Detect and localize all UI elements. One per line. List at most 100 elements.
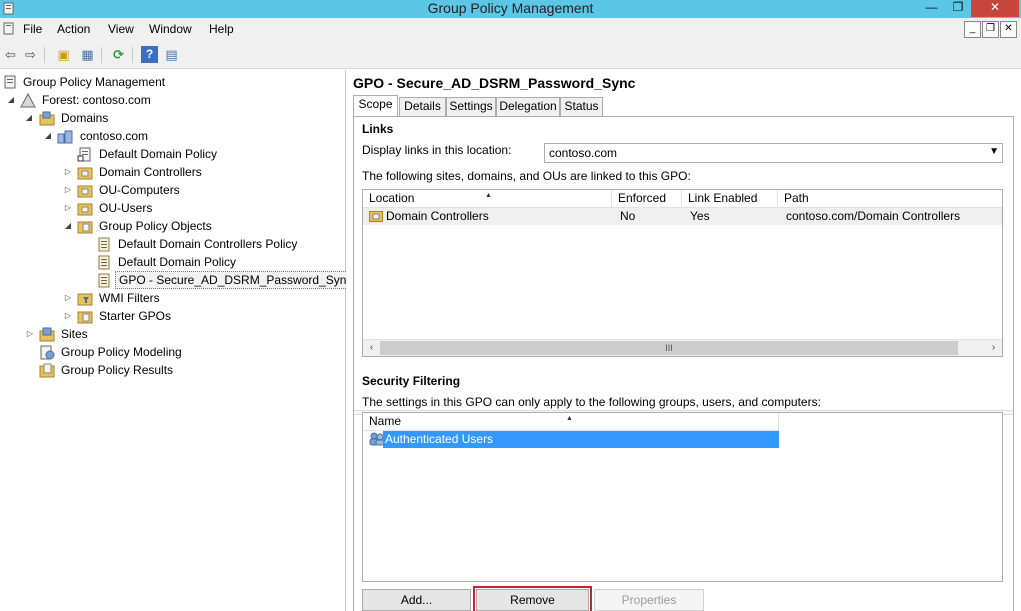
properties-button: Properties xyxy=(594,589,704,611)
toolbar-separator xyxy=(44,47,45,63)
tab-details[interactable]: Details xyxy=(399,97,446,116)
tree-label: WMI Filters xyxy=(99,291,160,305)
back-arrow-icon[interactable]: ⇦ xyxy=(2,46,19,63)
collapsed-arrow-icon[interactable]: ▷ xyxy=(63,181,73,199)
gpo-folder-icon xyxy=(77,221,93,234)
gpo-icon xyxy=(98,237,110,252)
link-enabled: Yes xyxy=(690,209,710,223)
link-enforced: No xyxy=(620,209,636,223)
wmi-filter-folder-icon xyxy=(77,293,93,306)
chevron-down-icon: ▼ xyxy=(989,146,999,157)
ou-folder-icon xyxy=(77,185,93,198)
collapsed-arrow-icon[interactable]: ▷ xyxy=(63,289,73,307)
remove-button[interactable]: Remove xyxy=(473,586,592,611)
window-title-bar: Group Policy Management — ❐ ✕ xyxy=(0,0,1021,18)
scroll-thumb[interactable]: III xyxy=(380,341,958,355)
modeling-icon xyxy=(40,345,55,360)
results-icon xyxy=(39,363,55,378)
domains-folder-icon xyxy=(39,111,55,126)
menu-file[interactable]: File xyxy=(23,22,42,36)
gpmc-root-icon xyxy=(4,75,16,89)
gpo-icon xyxy=(98,273,110,288)
forward-arrow-icon[interactable]: ⇨ xyxy=(22,46,39,63)
display-links-value: contoso.com xyxy=(549,146,618,160)
links-list[interactable]: Location ▲ Enforced Link Enabled Path Do… xyxy=(362,189,1003,357)
menu-window[interactable]: Window xyxy=(149,22,192,36)
collapsed-arrow-icon[interactable]: ▷ xyxy=(63,307,73,325)
scroll-left-icon[interactable]: ‹ xyxy=(363,340,380,356)
toolbar: ⇦ ⇨ ▣ ▦ ⟳ ? ▤ xyxy=(0,41,1021,69)
tab-settings[interactable]: Settings xyxy=(446,97,496,116)
child-minimize-button[interactable]: _ xyxy=(964,21,981,38)
links-list-header: Location ▲ Enforced Link Enabled Path xyxy=(363,190,1002,208)
show-hide-tree-icon[interactable]: ▦ xyxy=(79,46,96,63)
close-button[interactable]: ✕ xyxy=(971,0,1019,17)
horizontal-scrollbar[interactable]: ‹ III › xyxy=(363,339,1002,356)
domain-icon xyxy=(57,130,73,144)
menu-action[interactable]: Action xyxy=(57,22,90,36)
column-header-location[interactable]: Location ▲ xyxy=(363,190,612,208)
gpo-link-icon xyxy=(77,147,91,162)
expanded-arrow-icon[interactable]: ◢ xyxy=(24,109,34,127)
refresh-icon[interactable]: ⟳ xyxy=(110,46,127,63)
tree-label: Starter GPOs xyxy=(99,309,172,323)
collapsed-arrow-icon[interactable]: ▷ xyxy=(63,199,73,217)
gpo-title: GPO - Secure_AD_DSRM_Password_Sync xyxy=(353,75,636,91)
help-icon[interactable]: ? xyxy=(141,46,158,63)
sort-ascending-icon: ▲ xyxy=(485,192,492,199)
display-links-dropdown[interactable]: contoso.com ▼ xyxy=(544,143,1003,163)
tree-label: Group Policy Management xyxy=(23,75,166,89)
tab-scope[interactable]: Scope xyxy=(353,95,398,117)
tab-status[interactable]: Status xyxy=(560,97,603,116)
ou-folder-icon xyxy=(77,203,93,216)
expanded-arrow-icon[interactable]: ◢ xyxy=(63,217,73,235)
table-row-selected[interactable]: Authenticated Users xyxy=(363,431,779,448)
child-window-controls: _ ❐ ✕ xyxy=(964,20,1018,38)
collapsed-arrow-icon[interactable]: ▷ xyxy=(25,325,35,343)
column-header-enforced[interactable]: Enforced xyxy=(612,190,682,208)
expanded-arrow-icon[interactable]: ◢ xyxy=(6,91,16,109)
tree-label: OU-Users xyxy=(99,201,153,215)
show-action-pane-icon[interactable]: ▤ xyxy=(163,46,180,63)
add-button[interactable]: Add... xyxy=(362,589,471,611)
tree-label: GPO - Secure_AD_DSRM_Password_Sync xyxy=(115,271,357,289)
tab-delegation[interactable]: Delegation xyxy=(496,97,560,116)
tree-label: Group Policy Objects xyxy=(99,219,212,233)
collapsed-arrow-icon[interactable]: ▷ xyxy=(63,163,73,181)
starter-gpo-folder-icon xyxy=(77,311,93,324)
menu-view[interactable]: View xyxy=(108,22,134,36)
gpo-icon xyxy=(98,255,110,270)
link-location: Domain Controllers xyxy=(386,209,489,223)
expanded-arrow-icon[interactable]: ◢ xyxy=(43,127,53,145)
tree-label: Domains xyxy=(61,111,109,125)
console-tree: Group Policy Management ◢ Forest: contos… xyxy=(0,70,357,611)
security-filtering-list[interactable]: Name ▲ Authenticated Users xyxy=(362,412,1003,582)
column-header-path[interactable]: Path xyxy=(778,190,1002,208)
minimize-button[interactable]: — xyxy=(918,0,945,17)
child-restore-button[interactable]: ❐ xyxy=(982,21,999,38)
tree-label: OU-Computers xyxy=(99,183,180,197)
scope-tab-panel: Links Display links in this location: co… xyxy=(353,116,1014,611)
forest-icon xyxy=(20,93,36,108)
menu-help[interactable]: Help xyxy=(209,22,234,36)
group-name: Authenticated Users xyxy=(383,431,779,448)
scroll-right-icon[interactable]: › xyxy=(985,340,1002,356)
tree-label: Group Policy Results xyxy=(61,363,174,377)
security-filtering-heading: Security Filtering xyxy=(362,374,461,388)
security-list-header: Name ▲ xyxy=(363,413,779,431)
child-close-button[interactable]: ✕ xyxy=(1000,21,1017,38)
tree-label: Sites xyxy=(61,327,88,341)
restore-button[interactable]: ❐ xyxy=(945,0,971,17)
tree-label: contoso.com xyxy=(80,129,149,143)
console-window-icon[interactable] xyxy=(3,22,15,36)
gpo-details-pane: GPO - Secure_AD_DSRM_Password_Sync Scope… xyxy=(347,70,1021,611)
table-row[interactable]: Domain Controllers No Yes contoso.com/Do… xyxy=(363,208,1002,225)
ou-folder-icon xyxy=(77,167,93,180)
toolbar-separator xyxy=(132,47,133,63)
column-header-name[interactable]: Name ▲ xyxy=(363,413,779,431)
column-header-link-enabled[interactable]: Link Enabled xyxy=(682,190,778,208)
tree-label: Group Policy Modeling xyxy=(61,345,182,359)
tree-label: Forest: contoso.com xyxy=(42,93,151,107)
links-heading: Links xyxy=(362,122,394,136)
folder-up-icon[interactable]: ▣ xyxy=(55,46,72,63)
